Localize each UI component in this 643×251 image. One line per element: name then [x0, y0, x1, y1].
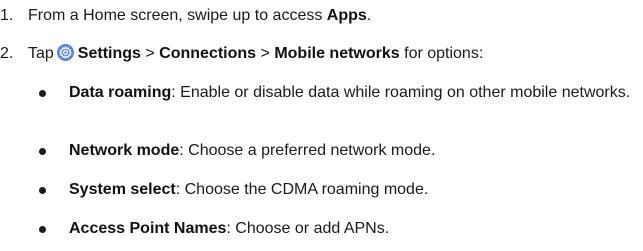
option-term: Data roaming	[69, 84, 172, 101]
settings-gear-icon	[56, 44, 74, 61]
option-description: : Choose or add APNs.	[226, 220, 390, 237]
bullet-dot	[39, 226, 46, 233]
step-text-prefix: Tap	[28, 45, 54, 62]
option-description: : Choose a preferred network mode.	[179, 142, 436, 159]
connections-term: Connections	[159, 45, 257, 62]
step-text: From a Home screen, swipe up to access A…	[28, 6, 371, 26]
option-text: Data roaming: Enable or disable data whi…	[69, 83, 643, 103]
path-separator: >	[145, 45, 155, 62]
step-number: 2.	[0, 45, 14, 62]
bullet-dot	[39, 148, 46, 155]
option-text: Access Point Names: Choose or add APNs.	[69, 219, 643, 239]
step-text-suffix: .	[366, 7, 372, 24]
instructions-document: 1. From a Home screen, swipe up to acces…	[0, 0, 643, 251]
step-text-prefix: From a Home screen, swipe up to access	[28, 7, 327, 24]
apps-term: Apps	[326, 7, 367, 24]
bullet-dot	[39, 187, 46, 194]
option-text: System select: Choose the CDMA roaming m…	[69, 180, 643, 200]
option-term: Network mode	[69, 142, 180, 159]
settings-term: Settings	[77, 45, 141, 62]
option-description: : Enable or disable data while roaming o…	[171, 84, 631, 101]
option-text: Network mode: Choose a preferred network…	[69, 141, 643, 161]
option-term: System select	[69, 181, 176, 198]
option-term: Access Point Names	[69, 220, 227, 237]
bullet-dot	[39, 90, 46, 97]
step-text: Tap Settings > Connections > Mobile netw…	[28, 44, 483, 64]
step-number: 1.	[0, 7, 14, 24]
step-text-suffix: for options:	[399, 45, 484, 62]
option-description: : Choose the CDMA roaming mode.	[175, 181, 429, 198]
path-separator: >	[260, 45, 270, 62]
mobile-networks-term: Mobile networks	[274, 45, 400, 62]
